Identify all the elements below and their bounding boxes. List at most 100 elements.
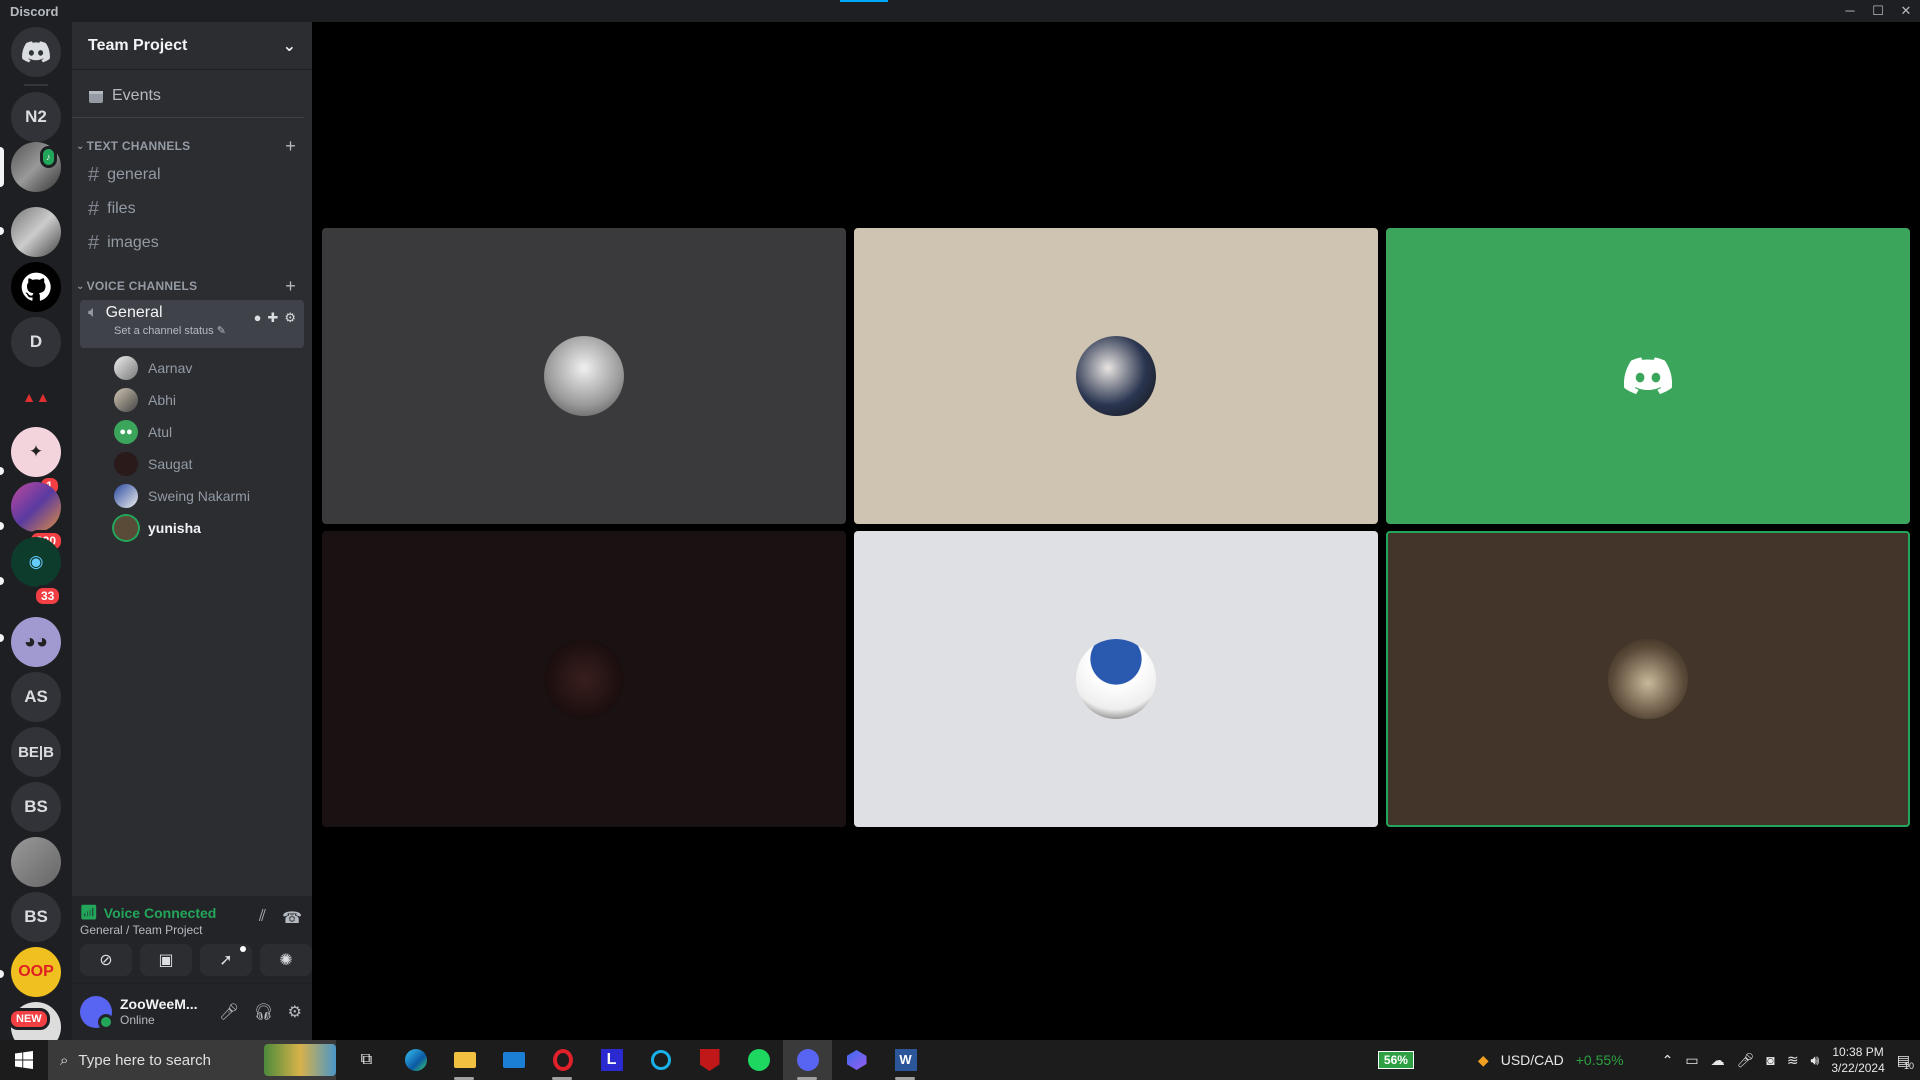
participant-tile-speaking[interactable]	[1386, 531, 1910, 827]
microphone-icon[interactable]: 🎤︎	[219, 1002, 239, 1022]
channel-files[interactable]: # files	[80, 192, 304, 226]
channel-status-input[interactable]: Set a channel status	[114, 325, 214, 337]
mcafee-icon[interactable]	[685, 1040, 734, 1080]
server-avatar[interactable]: ▲▲	[11, 372, 61, 422]
opera-icon[interactable]	[538, 1040, 587, 1080]
notification-count: 10	[1903, 1060, 1914, 1071]
ticker-label[interactable]: USD/CAD	[1501, 1052, 1564, 1068]
voice-member[interactable]: Aarnav	[114, 352, 312, 384]
participant-tile[interactable]	[1386, 228, 1910, 524]
notification-icon[interactable]: ▤ 10	[1897, 1052, 1914, 1071]
search-placeholder: Type here to search	[78, 1051, 211, 1069]
voice-channel-general[interactable]: 🔈︎ General Set a channel status ✎ ● ✚ ⚙	[80, 300, 304, 348]
microphone-icon[interactable]: 🎤︎	[1737, 1052, 1755, 1069]
server-label: BS	[24, 907, 48, 926]
server-avatar[interactable]: ◉	[11, 537, 61, 587]
voice-connection-panel: 📶︎ Voice Connected General / Team Project…	[72, 896, 312, 984]
mail-icon[interactable]	[489, 1040, 538, 1080]
soundboard-button[interactable]: ✺	[260, 944, 312, 976]
server-github[interactable]	[11, 262, 61, 312]
cloud-icon[interactable]: ☁	[1711, 1052, 1725, 1069]
server-avatar[interactable]	[11, 837, 61, 887]
disconnect-icon[interactable]: ☎	[282, 908, 302, 928]
battery-indicator[interactable]: 56%	[1377, 1051, 1414, 1069]
server-bs-2[interactable]: BS	[11, 892, 61, 942]
avatar	[114, 452, 138, 476]
server-label: N2	[25, 107, 47, 126]
voice-channels-category[interactable]: ⌄ VOICE CHANNELS +	[72, 274, 312, 298]
taskbar-search[interactable]: ⌕ Type here to search	[48, 1040, 336, 1080]
spotify-icon[interactable]	[734, 1040, 783, 1080]
app-icon[interactable]	[832, 1040, 881, 1080]
voice-member[interactable]: Sweing Nakarmi	[114, 480, 312, 512]
volume-icon[interactable]: 🔊︎	[1811, 1052, 1820, 1069]
voice-member[interactable]: yunisha	[114, 512, 312, 544]
server-avatar[interactable]: ✦	[11, 427, 61, 477]
add-channel-icon[interactable]: +	[285, 276, 296, 297]
clock[interactable]: 10:38 PM 3/22/2024	[1831, 1044, 1884, 1076]
maximize-button[interactable]: ☐	[1864, 0, 1892, 22]
screen-share-button[interactable]: ▣	[140, 944, 192, 976]
alexa-icon[interactable]	[636, 1040, 685, 1080]
task-view-icon[interactable]: ⧉	[342, 1040, 391, 1080]
start-button[interactable]	[0, 1040, 48, 1080]
close-window-button[interactable]: ✕	[1892, 0, 1920, 22]
camera-icon[interactable]: ◙	[1766, 1052, 1774, 1068]
voice-status[interactable]: Voice Connected	[104, 905, 217, 921]
channel-sidebar: Team Project ⌄ Events ⌄ TEXT CHANNELS + #…	[72, 22, 312, 1040]
server-n2[interactable]: N2	[11, 92, 61, 142]
update-indicator	[840, 0, 888, 2]
participant-tile[interactable]	[322, 228, 846, 524]
activity-button[interactable]: ➚	[200, 944, 252, 976]
new-dot	[240, 946, 246, 952]
channel-images[interactable]: # images	[80, 226, 304, 260]
wifi-icon[interactable]: ≋	[1787, 1052, 1799, 1069]
noise-suppression-icon[interactable]: ⫽	[259, 908, 266, 928]
invite-member-icon[interactable]: ✚	[267, 310, 278, 326]
server-d[interactable]: D	[11, 317, 61, 367]
mention-badge: 33	[33, 585, 63, 607]
server-avatar[interactable]	[11, 207, 61, 257]
gear-icon[interactable]: ⚙	[288, 1002, 302, 1022]
home-button[interactable]	[11, 27, 61, 77]
app-l-icon[interactable]: L	[587, 1040, 636, 1080]
chevron-up-icon[interactable]: ⌃	[1662, 1052, 1674, 1069]
file-explorer-icon[interactable]	[440, 1040, 489, 1080]
server-bs[interactable]: BS	[11, 782, 61, 832]
add-channel-icon[interactable]: +	[285, 136, 296, 157]
channel-name: files	[107, 200, 136, 217]
gear-icon[interactable]: ⚙	[284, 310, 296, 326]
participant-tile[interactable]	[854, 228, 1378, 524]
voice-active-badge: ♪	[40, 146, 57, 168]
server-bejb[interactable]: BE|B	[11, 727, 61, 777]
voice-member[interactable]: Abhi	[114, 384, 312, 416]
server-avatar[interactable]	[11, 482, 61, 532]
server-header[interactable]: Team Project ⌄	[72, 22, 312, 70]
events-link[interactable]: Events	[72, 74, 304, 118]
server-as[interactable]: AS	[11, 672, 61, 722]
word-icon[interactable]: W	[881, 1040, 930, 1080]
battery-icon[interactable]: ▭	[1685, 1052, 1698, 1069]
voice-member[interactable]: Saugat	[114, 448, 312, 480]
minimize-button[interactable]: ─	[1836, 0, 1864, 22]
headphones-icon[interactable]: 🎧︎	[253, 1002, 273, 1022]
channel-general[interactable]: # general	[80, 158, 304, 192]
voice-member[interactable]: ●● Atul	[114, 416, 312, 448]
camera-off-icon: ⊘	[99, 952, 113, 969]
window-controls: ─ ☐ ✕	[1836, 0, 1920, 22]
text-channels-category[interactable]: ⌄ TEXT CHANNELS +	[72, 134, 312, 158]
camera-button[interactable]: ⊘	[80, 944, 132, 976]
chat-bubble-icon[interactable]: ●	[254, 310, 262, 326]
user-avatar[interactable]	[80, 996, 114, 1030]
server-oop[interactable]: OOP	[11, 947, 61, 997]
participant-tile[interactable]	[322, 531, 846, 827]
avatar	[114, 388, 138, 412]
user-panel: ZooWeeM... Online 🎤︎ 🎧︎ ⚙	[72, 984, 312, 1040]
server-label: BS	[24, 797, 48, 816]
windows-logo-icon	[15, 1051, 33, 1069]
user-status: Online	[120, 1013, 155, 1027]
discord-taskbar-icon[interactable]	[783, 1040, 832, 1080]
participant-tile[interactable]	[854, 531, 1378, 827]
server-avatar[interactable]: ◕◕	[11, 617, 61, 667]
edge-icon[interactable]	[391, 1040, 440, 1080]
